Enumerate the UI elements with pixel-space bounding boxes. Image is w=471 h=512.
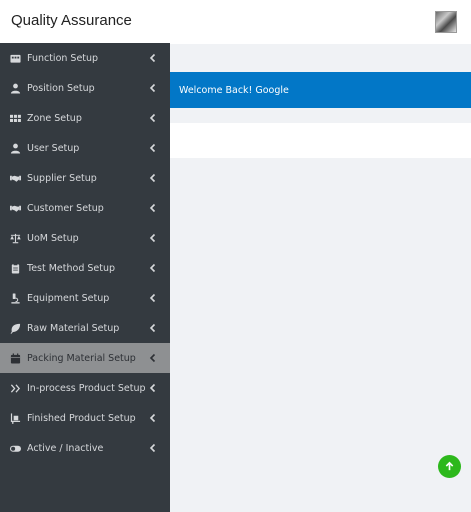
chevron-left-icon [148, 293, 158, 303]
welcome-banner: Welcome Back! Google [170, 72, 471, 108]
sidebar-item-position-setup[interactable]: Position Setup [0, 73, 170, 103]
content-panel [170, 123, 471, 158]
sidebar-item-label: In-process Product Setup [27, 382, 146, 394]
user-icon [9, 142, 21, 154]
sidebar-item-function-setup[interactable]: Function Setup [0, 43, 170, 73]
chevron-left-icon [148, 323, 158, 333]
sidebar-item-customer-setup[interactable]: Customer Setup [0, 193, 170, 223]
sidebar-item-packing-material-setup[interactable]: Packing Material Setup [0, 343, 170, 373]
sidebar-item-label: Finished Product Setup [27, 412, 136, 424]
sidebar-item-label: UoM Setup [27, 232, 79, 244]
sidebar-item-label: Test Method Setup [27, 262, 116, 274]
sidebar-item-label: Equipment Setup [27, 292, 110, 304]
calendar-icon [9, 352, 21, 364]
sidebar-item-label: Position Setup [27, 82, 95, 94]
double-chevron-right-icon [9, 382, 21, 394]
chevron-left-icon [148, 203, 158, 213]
app-title: Quality Assurance [11, 12, 132, 29]
microscope-icon [9, 292, 21, 304]
chevron-left-icon [148, 263, 158, 273]
leaf-icon [9, 322, 21, 334]
sidebar-item-zone-setup[interactable]: Zone Setup [0, 103, 170, 133]
sidebar-item-label: Packing Material Setup [27, 352, 136, 364]
toggle-icon [9, 442, 21, 454]
handshake-icon [9, 202, 21, 214]
sidebar-item-label: Supplier Setup [27, 172, 97, 184]
user-icon [9, 82, 21, 94]
sidebar-item-user-setup[interactable]: User Setup [0, 133, 170, 163]
sidebar-item-label: Active / Inactive [27, 442, 104, 454]
top-bar: Quality Assurance [0, 0, 471, 44]
sidebar-item-raw-material-setup[interactable]: Raw Material Setup [0, 313, 170, 343]
arrow-up-icon [445, 461, 454, 471]
sidebar-item-supplier-setup[interactable]: Supplier Setup [0, 163, 170, 193]
chevron-left-icon [148, 353, 158, 363]
sidebar-item-in-process-product-setup[interactable]: In-process Product Setup [0, 373, 170, 403]
clipboard-icon [9, 262, 21, 274]
sidebar-item-active-inactive[interactable]: Active / Inactive [0, 433, 170, 463]
sidebar-item-label: Customer Setup [27, 202, 104, 214]
chevron-left-icon [148, 233, 158, 243]
balance-scale-icon [9, 232, 21, 244]
sidebar-item-equipment-setup[interactable]: Equipment Setup [0, 283, 170, 313]
welcome-message: Welcome Back! Google [179, 84, 289, 96]
chevron-left-icon [148, 383, 158, 393]
chevron-left-icon [148, 83, 158, 93]
handshake-icon [9, 172, 21, 184]
sidebar: Function Setup Position Setup Zone Setup… [0, 43, 170, 512]
scroll-to-top-button[interactable] [438, 455, 461, 478]
dolly-icon [9, 412, 21, 424]
chevron-left-icon [148, 143, 158, 153]
chevron-left-icon [148, 413, 158, 423]
sidebar-item-label: Function Setup [27, 52, 99, 64]
chevron-left-icon [148, 53, 158, 63]
chevron-left-icon [148, 173, 158, 183]
avatar[interactable] [435, 11, 457, 33]
sidebar-item-finished-product-setup[interactable]: Finished Product Setup [0, 403, 170, 433]
sidebar-item-uom-setup[interactable]: UoM Setup [0, 223, 170, 253]
grid-icon [9, 112, 21, 124]
chevron-left-icon [148, 443, 158, 453]
sidebar-item-label: Zone Setup [27, 112, 82, 124]
sidebar-item-label: User Setup [27, 142, 80, 154]
chevron-left-icon [148, 113, 158, 123]
sidebar-item-test-method-setup[interactable]: Test Method Setup [0, 253, 170, 283]
building-icon [9, 52, 21, 64]
sidebar-item-label: Raw Material Setup [27, 322, 120, 334]
